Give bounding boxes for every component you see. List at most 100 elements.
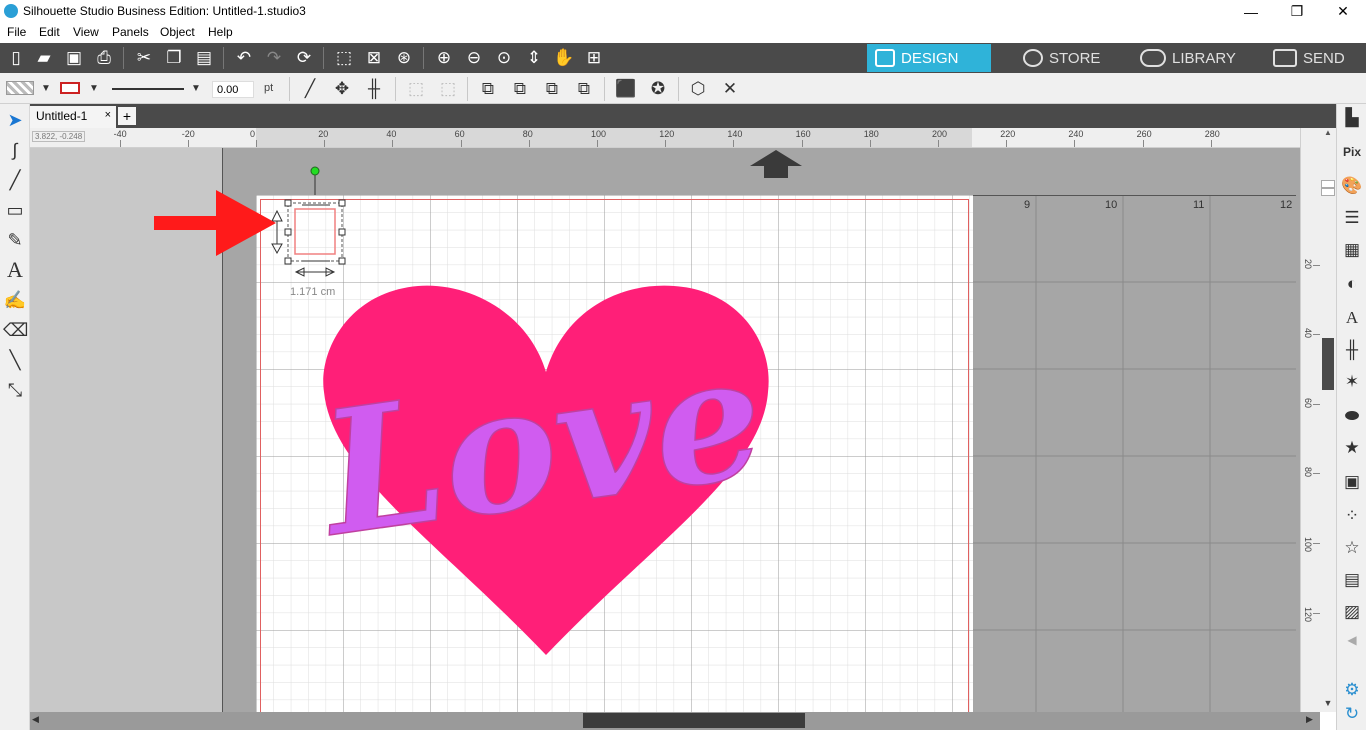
select-all-icon[interactable]: ⬚ [332,47,356,69]
tab-send[interactable]: SEND [1265,44,1365,72]
vertical-scroll-thumb[interactable] [1322,338,1334,390]
fit-to-page-icon[interactable]: ⇕ [522,47,546,69]
tab-design[interactable]: DESIGN [867,44,991,72]
minimize-button[interactable]: — [1228,0,1274,23]
3d-box-icon[interactable]: ⬡ [686,78,710,100]
refresh-icon[interactable]: ⟳ [292,47,316,69]
rotate-handle[interactable] [310,166,320,176]
zoom-select-icon[interactable]: ⊙ [492,47,516,69]
hatch-fill-icon[interactable]: ▨ [1340,600,1364,624]
close-tab-icon[interactable]: × [105,109,111,121]
maximize-button[interactable]: ❐ [1274,0,1320,23]
modify-icon[interactable]: ⬬ [1340,404,1364,428]
pan-hand-icon[interactable]: ✋ [552,47,576,69]
zoom-out-icon[interactable]: ⊖ [462,47,486,69]
undo-icon[interactable]: ↶ [232,47,256,69]
ruler-tick [665,140,667,147]
offset-star-icon[interactable]: ✪ [646,78,670,100]
transform-icon[interactable]: ╫ [1340,338,1364,362]
print-icon[interactable]: ⎙ [92,47,116,69]
pixscan-icon[interactable]: Pix [1340,140,1364,164]
text-tool-icon[interactable]: A [3,258,27,282]
gradient-icon[interactable]: ◐ [1340,272,1364,296]
trace-icon[interactable]: ▣ [1340,470,1364,494]
scroll-down-icon[interactable]: ▼ [1322,698,1334,710]
paste-icon[interactable]: ▤ [192,47,216,69]
sketch-pen-icon[interactable]: ✍ [3,288,27,312]
fit-to-window-icon[interactable]: ⊞ [582,47,606,69]
line-width-input[interactable]: 0.00 [212,81,254,98]
fill-palette-icon[interactable]: 🎨 [1340,174,1364,198]
knife-icon[interactable]: ╲ [3,348,27,372]
group-icon[interactable]: ⬚ [404,78,428,100]
collapse-panel-icon[interactable]: ◀ [1340,628,1364,652]
document-tab[interactable]: Untitled-1 × [30,106,116,128]
open-folder-icon[interactable]: ▰ [32,47,56,69]
weld-icon[interactable]: ⬛ [614,78,638,100]
line-draw-icon[interactable]: ╱ [3,168,27,192]
new-document-icon[interactable]: ▯ [4,47,28,69]
edit-points-icon[interactable]: ∫ [3,138,27,162]
menu-file[interactable]: File [7,25,26,39]
delete-x-icon[interactable]: ✕ [718,78,742,100]
scroll-right-icon[interactable]: ▶ [1306,714,1318,728]
bring-forward-icon[interactable]: ⧉ [508,78,532,100]
add-tab-button[interactable]: + [118,107,136,125]
zoom-in-icon[interactable]: ⊕ [432,47,456,69]
close-window-button[interactable]: ✕ [1320,0,1366,23]
menu-view[interactable]: View [73,25,99,39]
selected-rectangle[interactable] [294,208,336,255]
zoom-slider-bottom[interactable] [1321,188,1335,196]
settings-gear-icon[interactable]: ⚙ [1340,678,1364,702]
sketch-star-icon[interactable]: ☆ [1340,536,1364,560]
tab-library[interactable]: LIBRARY [1132,44,1252,72]
select-by-color-icon[interactable]: ⊛ [392,47,416,69]
emboss-icon[interactable]: ▤ [1340,568,1364,592]
page-setup-icon[interactable]: ▙ [1340,106,1364,130]
bring-to-front-icon[interactable]: ⧉ [476,78,500,100]
redo-icon[interactable]: ↷ [262,47,286,69]
chevron-down-icon[interactable]: ▼ [82,78,106,100]
menu-help[interactable]: Help [208,25,233,39]
vertical-scrollbar[interactable]: ▲ ▼ [1320,128,1336,712]
pencil-icon[interactable]: ✎ [3,228,27,252]
fill-color-swatch[interactable] [6,81,34,95]
send-backward-icon[interactable]: ⧉ [540,78,564,100]
horizontal-scroll-thumb[interactable] [583,713,805,728]
menu-edit[interactable]: Edit [39,25,60,39]
deselect-icon[interactable]: ⊠ [362,47,386,69]
line-width-unit: pt [264,82,274,94]
scroll-left-icon[interactable]: ◀ [32,714,44,728]
rhinestone-icon[interactable]: ⁘ [1340,504,1364,528]
menu-panels[interactable]: Panels [112,25,149,39]
fill-pattern-icon[interactable]: ▦ [1340,238,1364,262]
line-style-preview[interactable] [112,88,184,90]
copy-icon[interactable]: ❐ [162,47,186,69]
zoom-slider-top[interactable] [1321,180,1335,188]
line-color-swatch[interactable] [60,82,80,94]
text-style-icon[interactable]: A [1340,306,1364,330]
menu-object[interactable]: Object [160,25,195,39]
chevron-down-icon[interactable]: ▼ [184,78,208,100]
rectangle-icon[interactable]: ▭ [3,198,27,222]
line-style-icon[interactable]: ☰ [1340,206,1364,230]
ungroup-icon[interactable]: ⬚ [436,78,460,100]
chevron-down-icon[interactable]: ▼ [34,78,58,100]
move-icon[interactable]: ✥ [330,78,354,100]
eraser-icon[interactable]: ⌫ [3,318,28,342]
send-to-back-icon[interactable]: ⧉ [572,78,596,100]
cut-icon[interactable]: ✂ [132,47,156,69]
eyedropper-icon[interactable]: ⤡ [3,378,27,402]
tab-design-label: DESIGN [901,49,959,67]
sync-icon[interactable]: ↻ [1340,702,1364,726]
offset-icon[interactable]: ★ [1340,436,1364,460]
horizontal-scrollbar[interactable]: ◀ ▶ [30,712,1320,730]
select-arrow-icon[interactable]: ➤ [3,108,27,132]
align-icon[interactable]: ╫ [362,78,386,100]
tab-store[interactable]: STORE [1015,44,1125,72]
line-tool-icon[interactable]: ╱ [298,78,322,100]
scroll-up-icon[interactable]: ▲ [1322,128,1334,138]
replicate-icon[interactable]: ✶ [1340,370,1364,394]
heart-love-artwork[interactable]: Love [318,282,774,658]
save-icon[interactable]: ▣ [62,47,86,69]
